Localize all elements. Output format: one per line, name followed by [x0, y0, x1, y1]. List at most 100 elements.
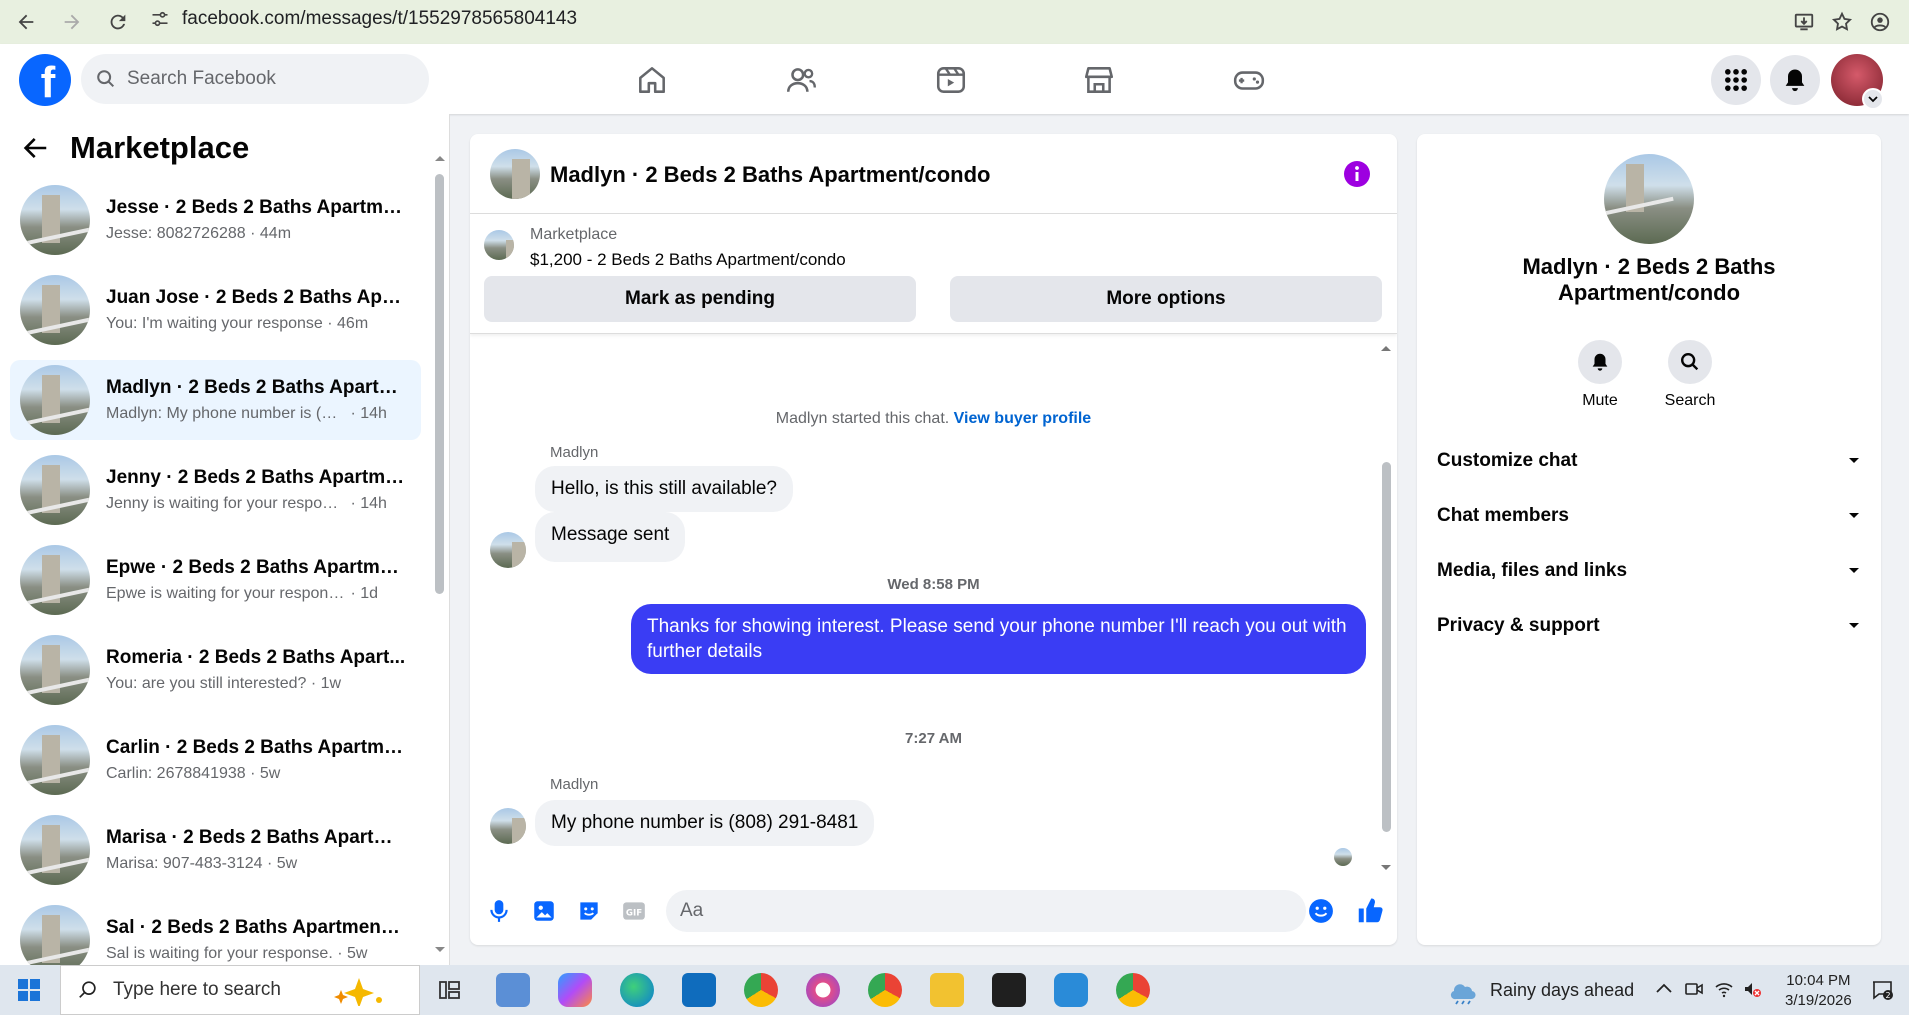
conversation-item[interactable]: Sal · 2 Beds 2 Baths Apartment/... Sal i… [10, 900, 421, 965]
file-explorer-icon[interactable] [930, 973, 964, 1007]
sticker-icon[interactable] [576, 898, 602, 924]
conversation-item[interactable]: Carlin · 2 Beds 2 Baths Apartme... Carli… [10, 720, 421, 800]
thumbs-up-icon[interactable] [1355, 896, 1385, 926]
sender-avatar[interactable] [490, 532, 526, 568]
site-settings-icon[interactable] [150, 9, 170, 29]
copilot-app-icon[interactable] [558, 973, 592, 1007]
conversation-item[interactable]: Marisa · 2 Beds 2 Baths Apartme... Maris… [10, 810, 421, 890]
view-buyer-profile-link[interactable]: View buyer profile [954, 410, 1092, 427]
gif-icon[interactable]: GIF [621, 898, 647, 924]
emoji-icon[interactable] [1308, 898, 1334, 924]
task-view-icon[interactable] [432, 973, 466, 1007]
marketplace-nav-button[interactable] [1077, 58, 1121, 102]
svg-text:2: 2 [1885, 991, 1890, 1000]
clock-date: 3/19/2026 [1785, 992, 1852, 1009]
forward-button[interactable] [52, 7, 92, 37]
taskbar-app-icon[interactable] [1054, 973, 1088, 1007]
marketplace-label: Marketplace [530, 226, 618, 243]
sender-avatar[interactable] [490, 808, 526, 844]
chat-members-section[interactable]: Chat members [1437, 496, 1861, 536]
taskbar-search-input[interactable]: Type here to search [60, 965, 420, 1015]
taskbar-clock[interactable]: 10:04 PM 3/19/2026 [1785, 971, 1852, 1011]
taskbar-app-icon[interactable] [806, 973, 840, 1007]
profile-icon[interactable] [1869, 11, 1891, 33]
scroll-up-icon[interactable] [434, 154, 446, 162]
outlook-app-icon[interactable] [682, 973, 716, 1007]
back-arrow-icon[interactable] [20, 133, 50, 163]
notification-center-icon[interactable]: 2 [1870, 978, 1894, 1002]
home-nav-button[interactable] [630, 58, 674, 102]
message-input[interactable]: Aa [666, 890, 1306, 932]
windows-start-icon[interactable] [18, 979, 40, 1001]
meet-now-icon[interactable] [1684, 979, 1704, 999]
weather-widget[interactable]: Rainy days ahead [1448, 965, 1634, 1015]
incoming-message[interactable]: Message sent [535, 512, 686, 562]
bell-icon [1785, 69, 1805, 92]
chrome-browser-icon[interactable] [1116, 973, 1150, 1007]
scrollbar-thumb[interactable] [435, 174, 444, 594]
privacy-support-section[interactable]: Privacy & support [1437, 606, 1861, 646]
friends-nav-button[interactable] [779, 58, 823, 102]
chevron-up-icon[interactable] [1654, 979, 1674, 999]
taskbar-app-icon[interactable] [496, 973, 530, 1007]
conversation-item[interactable]: Romeria · 2 Beds 2 Baths Apart... You: a… [10, 630, 421, 710]
back-button[interactable] [6, 7, 46, 37]
volume-muted-icon[interactable] [1742, 979, 1762, 999]
conversation-list-scrollbar[interactable] [434, 154, 446, 954]
windows-taskbar: Type here to search Rainy days ahead 10:… [0, 965, 1909, 1015]
conversation-item[interactable]: Jesse · 2 Beds 2 Baths Apartmen... Jesse… [10, 180, 421, 260]
scroll-down-icon[interactable] [1380, 864, 1392, 872]
listing-thumbnail [20, 275, 90, 345]
photo-icon[interactable] [531, 898, 557, 924]
facebook-search-input[interactable]: Search Facebook [81, 54, 429, 104]
chat-title[interactable]: Madlyn · 2 Beds 2 Baths Apartment/condo [550, 162, 990, 188]
customize-chat-section[interactable]: Customize chat [1437, 441, 1861, 481]
incoming-message[interactable]: Hello, is this still available? [535, 466, 793, 512]
conversation-preview: Epwe is waiting for your response. [106, 585, 346, 602]
conversation-item[interactable]: Juan Jose · 2 Beds 2 Baths Apart... You:… [10, 270, 421, 350]
scrollbar-thumb[interactable] [1382, 462, 1391, 832]
url-text[interactable]: facebook.com/messages/t/1552978565804143 [182, 8, 577, 30]
conversation-item[interactable]: Epwe · 2 Beds 2 Baths Apartmen... Epwe i… [10, 540, 421, 620]
notifications-button[interactable] [1770, 55, 1820, 105]
chat-listing-thumbnail[interactable] [490, 149, 540, 199]
conversation-name: Jesse · 2 Beds 2 Baths Apartmen... [106, 197, 406, 218]
gaming-nav-button[interactable] [1227, 58, 1271, 102]
conversation-time: 1w [320, 675, 342, 692]
listing-price-title[interactable]: $1,200 - 2 Beds 2 Baths Apartment/condo [530, 250, 846, 270]
incoming-message[interactable]: My phone number is (808) 291-8481 [535, 800, 875, 846]
more-options-button[interactable]: More options [950, 276, 1382, 322]
outgoing-message[interactable]: Thanks for showing interest. Please send… [631, 604, 1366, 674]
scroll-up-icon[interactable] [1380, 344, 1392, 352]
install-app-icon[interactable] [1793, 11, 1815, 33]
address-bar[interactable]: facebook.com/messages/t/1552978565804143 [150, 4, 1750, 34]
video-nav-button[interactable] [929, 58, 973, 102]
conversation-name: Jenny · 2 Beds 2 Baths Apartme... [106, 467, 406, 488]
menu-button[interactable] [1711, 55, 1761, 105]
facebook-logo[interactable]: f [19, 54, 71, 106]
info-icon[interactable] [1343, 160, 1371, 188]
listing-avatar-large[interactable] [1604, 154, 1694, 244]
conversation-preview: Jesse: 8082726288 [106, 225, 246, 242]
reload-button[interactable] [98, 7, 138, 37]
chrome-browser-icon[interactable] [744, 973, 778, 1007]
chat-started-line: Madlyn started this chat. View buyer pro… [470, 410, 1397, 428]
listing-small-thumbnail[interactable] [484, 230, 514, 260]
wifi-icon[interactable] [1714, 979, 1734, 999]
conversation-item[interactable]: Jenny · 2 Beds 2 Baths Apartme... Jenny … [10, 450, 421, 530]
media-files-links-section[interactable]: Media, files and links [1437, 551, 1861, 591]
mute-button[interactable]: Mute [1560, 340, 1640, 410]
chat-scrollbar[interactable] [1379, 346, 1393, 872]
account-menu-badge[interactable] [1862, 88, 1884, 110]
taskbar-app-icon[interactable] [992, 973, 1026, 1007]
search-in-chat-button[interactable]: Search [1650, 340, 1730, 410]
bookmark-star-icon[interactable] [1831, 11, 1853, 33]
chrome-browser-icon[interactable] [868, 973, 902, 1007]
search-icon [97, 70, 115, 88]
microphone-icon[interactable] [486, 898, 512, 924]
scroll-down-icon[interactable] [434, 946, 446, 954]
edge-browser-icon[interactable] [620, 973, 654, 1007]
mark-as-pending-button[interactable]: Mark as pending [484, 276, 916, 322]
conversation-name: Marisa · 2 Beds 2 Baths Apartme... [106, 827, 406, 848]
conversation-item-active[interactable]: Madlyn · 2 Beds 2 Baths Apartm... Madlyn… [10, 360, 421, 440]
